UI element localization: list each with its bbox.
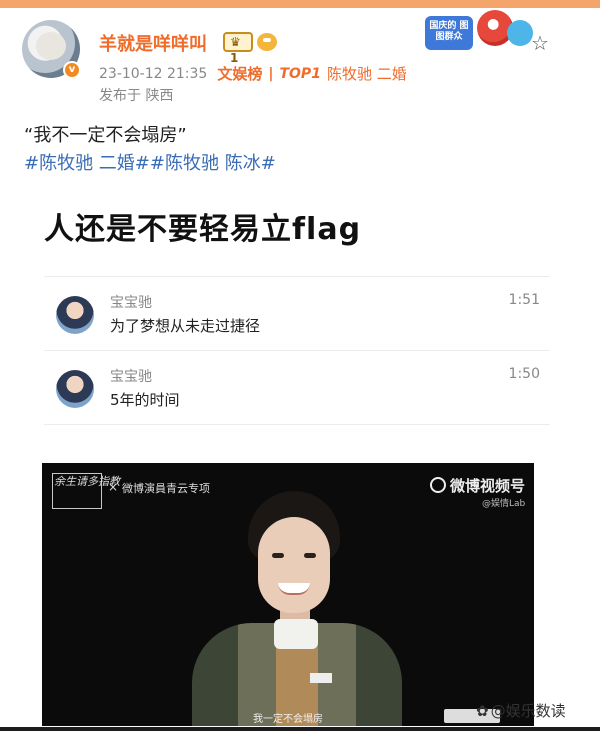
left-eye <box>272 553 284 558</box>
comment-item: 宝宝驰 5年的时间 1:50 <box>44 360 550 430</box>
collab-cross: × <box>108 480 119 494</box>
platform-name: 微博视频号 <box>450 477 526 495</box>
embedded-screenshot[interactable]: 人还是不要轻易立flag 宝宝驰 为了梦想从未走过捷径 1:51 宝宝驰 5年的… <box>30 186 550 434</box>
promo-panel: 国庆的 图图群众 <box>425 16 473 50</box>
post-meta: 23-10-12 21:35 文娱榜 | TOP1 陈牧驰 二婚 <box>99 63 407 84</box>
post-location: 发布于 陕西 <box>99 88 174 104</box>
commenter-avatar <box>56 296 94 334</box>
right-eye <box>304 553 316 558</box>
weibo-icon <box>430 477 446 493</box>
embedded-title: 人还是不要轻易立flag <box>44 212 362 247</box>
divider <box>44 276 550 277</box>
star-icon[interactable]: ☆ <box>531 31 549 55</box>
video-thumbnail[interactable]: 余生请多指教 × 微博演員青云专项 微博视频号 @娱情Lab 我一定不会塌房 <box>42 463 534 726</box>
fan-badge-icon <box>257 33 277 51</box>
post-text: “我不一定不会塌房” <box>24 125 187 146</box>
platform-logo: 微博视频号 <box>430 475 525 496</box>
person-figure <box>182 483 422 726</box>
shirt-collar <box>274 619 318 649</box>
platform-handle: @娱情Lab <box>482 499 526 509</box>
divider <box>44 350 550 351</box>
comment-time: 1:50 <box>508 366 540 382</box>
vip-badge-icon: v <box>63 61 81 79</box>
username[interactable]: 羊就是咩咩叫 <box>99 30 207 56</box>
channel-tag[interactable]: 文娱榜 <box>217 63 262 84</box>
comment-item: 宝宝驰 为了梦想从未走过捷径 1:51 <box>44 286 550 356</box>
mascot-secondary-icon <box>507 20 533 46</box>
jacket-pocket <box>310 673 332 683</box>
commenter-avatar <box>56 370 94 408</box>
post-hashtags[interactable]: #陈牧驰 二婚##陈牧驰 陈冰# <box>24 149 276 175</box>
watermark: ✿ @娱乐数读 <box>476 700 566 721</box>
comment-text: 为了梦想从未走过捷径 <box>110 317 261 335</box>
vip-level-badge: ♛ 1 <box>223 32 253 65</box>
face <box>258 517 330 613</box>
divider <box>44 424 550 425</box>
top-color-strip <box>0 0 600 8</box>
post-timestamp: 23-10-12 21:35 <box>99 65 208 82</box>
smile <box>278 583 310 595</box>
rank-label[interactable]: TOP1 <box>279 66 320 82</box>
avatar-face <box>36 32 66 60</box>
rank-topic[interactable]: 陈牧驰 二婚 <box>327 63 407 84</box>
commenter-name: 宝宝驰 <box>110 295 152 311</box>
promo-badge[interactable]: 国庆的 图图群众 <box>425 10 535 54</box>
watermark-icon: ✿ <box>476 702 489 720</box>
comment-text: 5年的时间 <box>110 391 180 409</box>
commenter-name: 宝宝驰 <box>110 369 152 385</box>
crown-icon: ♛ <box>230 35 241 49</box>
comment-time: 1:51 <box>508 292 540 308</box>
watermark-text: @娱乐数读 <box>490 702 566 720</box>
meta-separator: | <box>268 65 274 82</box>
bottom-strip <box>0 727 600 731</box>
